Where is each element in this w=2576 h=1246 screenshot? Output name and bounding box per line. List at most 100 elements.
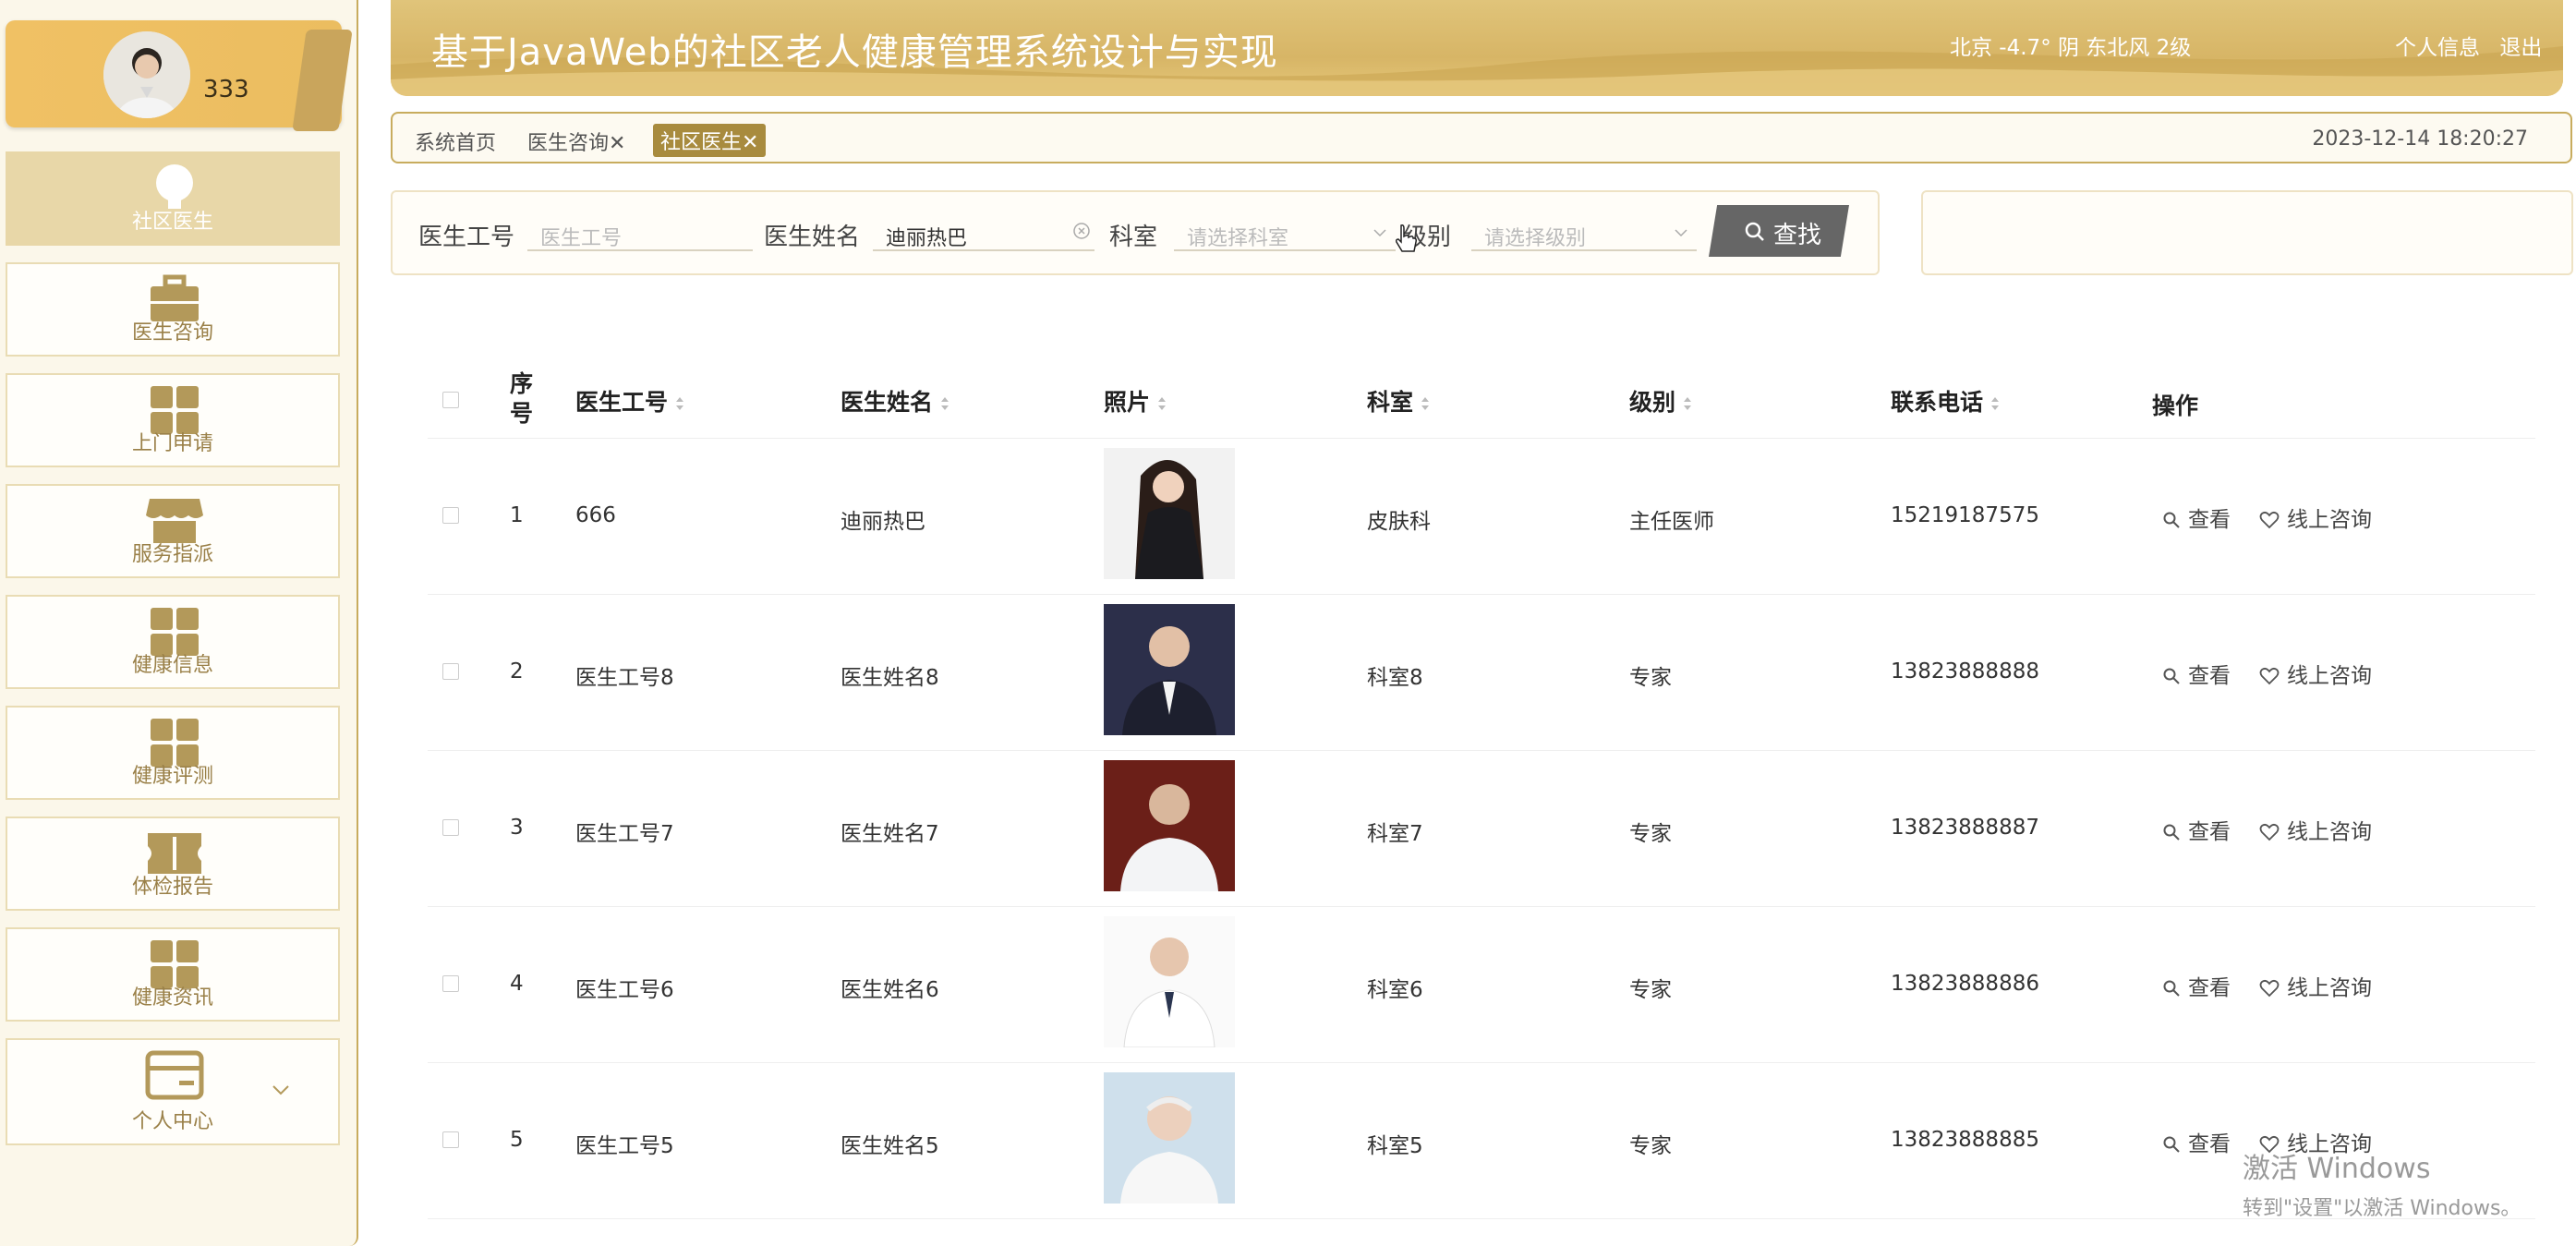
- col-level[interactable]: 级别: [1629, 384, 1692, 417]
- heart-icon: [2259, 979, 2280, 998]
- cell-dept: 科室5: [1367, 1134, 1423, 1158]
- view-label: 查看: [2188, 508, 2231, 532]
- sidebar-item-health-news[interactable]: 健康资讯: [6, 927, 340, 1022]
- col-photo[interactable]: 照片: [1104, 384, 1167, 417]
- heart-icon: [2259, 823, 2280, 841]
- clear-icon[interactable]: [1072, 222, 1091, 240]
- find-button[interactable]: 查找: [1709, 205, 1849, 257]
- online-consult-button[interactable]: 线上咨询: [2259, 658, 2372, 689]
- row-checkbox[interactable]: [442, 819, 459, 836]
- cell-doctor-name: 医生姓名7: [841, 822, 939, 846]
- sidebar-item-doctor-consult[interactable]: 医生咨询: [6, 262, 340, 357]
- tag-home[interactable]: 系统首页: [415, 127, 496, 156]
- view-button[interactable]: 查看: [2162, 814, 2231, 845]
- col-phone[interactable]: 联系电话: [1891, 384, 2000, 417]
- col-dept[interactable]: 科室: [1367, 384, 1430, 417]
- sidebar-item-label: 健康评测: [131, 765, 213, 788]
- chevron-down-icon[interactable]: [268, 1081, 294, 1099]
- col-doctor-id[interactable]: 医生工号: [575, 384, 684, 417]
- doctor-photo[interactable]: [1104, 760, 1235, 891]
- cell-dept: 科室6: [1367, 978, 1423, 1002]
- tag-community-doctor[interactable]: 社区医生✕: [653, 124, 767, 157]
- sort-icon[interactable]: [1683, 396, 1692, 411]
- close-icon[interactable]: ✕: [609, 132, 625, 155]
- watermark-line2: 转到"设置"以激活 Windows。: [2243, 1197, 2522, 1220]
- sidebar-item-community-doctor[interactable]: 社区医生: [6, 151, 340, 246]
- cell-dept: 科室8: [1367, 666, 1423, 690]
- table-row: 4 医生工号6 医生姓名6 科室6 专家 13823888886 查看 线上咨询: [428, 907, 2535, 1063]
- profile-link[interactable]: 个人信息: [2395, 36, 2480, 60]
- tag-doctor-consult[interactable]: 医生咨询✕: [527, 127, 625, 156]
- consult-label: 线上咨询: [2287, 820, 2372, 844]
- doctor-photo[interactable]: [1104, 1072, 1235, 1204]
- table-header: 序号 医生工号 医生姓名 照片 科室 级别 联系电话 操作: [428, 360, 2535, 439]
- dept-select[interactable]: 请选择科室: [1174, 214, 1396, 251]
- user-card[interactable]: 333: [6, 20, 353, 131]
- sort-icon[interactable]: [940, 396, 949, 411]
- cell-doctor-id: 医生工号5: [575, 1134, 674, 1158]
- view-button[interactable]: 查看: [2162, 502, 2231, 533]
- sidebar: 333 社区医生 医生咨询 上门申请 服务指派 健康信息 健康评测 体检报告 健…: [0, 0, 358, 1246]
- dept-label: 科室: [1109, 224, 1158, 251]
- page-title: 基于JavaWeb的社区老人健康管理系统设计与实现: [431, 31, 1278, 74]
- doctor-name-input[interactable]: 迪丽热巴: [873, 214, 1094, 251]
- view-button[interactable]: 查看: [2162, 1126, 2231, 1157]
- row-checkbox[interactable]: [442, 975, 459, 992]
- sort-icon[interactable]: [1421, 396, 1430, 411]
- sidebar-item-label: 社区医生: [131, 211, 213, 234]
- sidebar-item-home-visit[interactable]: 上门申请: [6, 373, 340, 467]
- card-icon: [145, 1050, 204, 1100]
- search-icon: [2163, 512, 2180, 528]
- row-checkbox[interactable]: [442, 507, 459, 524]
- col-index: 序号: [510, 370, 534, 427]
- level-select[interactable]: 请选择级别: [1471, 214, 1697, 251]
- logout-link[interactable]: 退出: [2499, 36, 2542, 60]
- avatar[interactable]: [103, 31, 190, 118]
- online-consult-button[interactable]: 线上咨询: [2259, 502, 2372, 533]
- select-all-checkbox[interactable]: [442, 392, 459, 408]
- dept-placeholder: 请选择科室: [1187, 227, 1289, 250]
- sort-icon[interactable]: [675, 396, 684, 411]
- cell-doctor-id: 666: [575, 503, 616, 527]
- online-consult-button[interactable]: 线上咨询: [2259, 970, 2372, 1001]
- doctor-photo[interactable]: [1104, 916, 1235, 1047]
- sort-icon[interactable]: [1157, 396, 1167, 411]
- view-label: 查看: [2188, 1132, 2231, 1156]
- windows-activation-watermark: 激活 Windows 转到"设置"以激活 Windows。: [2243, 1145, 2521, 1221]
- sidebar-item-label: 体检报告: [131, 876, 213, 899]
- doctor-name-value: 迪丽热巴: [886, 227, 968, 250]
- view-label: 查看: [2188, 820, 2231, 844]
- cell-index: 3: [510, 816, 524, 840]
- close-icon[interactable]: ✕: [742, 131, 758, 154]
- sort-icon[interactable]: [1990, 396, 2000, 411]
- row-checkbox[interactable]: [442, 663, 459, 680]
- cell-doctor-name: 迪丽热巴: [841, 510, 925, 534]
- doctor-photo[interactable]: [1104, 448, 1235, 579]
- sidebar-item-health-eval[interactable]: 健康评测: [6, 706, 340, 800]
- header-links: 个人信息 退出: [2395, 30, 2555, 61]
- sidebar-item-label: 个人中心: [131, 1110, 213, 1133]
- table-body: 1 666 迪丽热巴 皮肤科 主任医师 15219187575 查看 线上咨询 2 医生工号8 医生…: [428, 439, 2535, 1219]
- view-button[interactable]: 查看: [2162, 658, 2231, 689]
- doctor-id-input[interactable]: 医生工号: [527, 214, 753, 251]
- col-doctor-name[interactable]: 医生姓名: [841, 384, 949, 417]
- sidebar-item-label: 医生咨询: [131, 321, 213, 345]
- row-checkbox[interactable]: [442, 1131, 459, 1148]
- cursor-hand-icon: [1396, 224, 1417, 252]
- header-bar: 基于JavaWeb的社区老人健康管理系统设计与实现 北京 -4.7° 阴 东北风…: [391, 0, 2563, 96]
- doctor-photo[interactable]: [1104, 604, 1235, 735]
- sidebar-item-health-info[interactable]: 健康信息: [6, 595, 340, 689]
- search-icon: [2163, 1136, 2180, 1153]
- col-label: 照片: [1104, 389, 1151, 416]
- sidebar-item-label: 上门申请: [131, 432, 213, 455]
- consult-label: 线上咨询: [2287, 664, 2372, 688]
- sidebar-item-checkup-report[interactable]: 体检报告: [6, 817, 340, 911]
- cell-phone: 13823888887: [1891, 816, 2039, 840]
- sidebar-item-personal-center[interactable]: 个人中心: [6, 1038, 340, 1145]
- tag-label: 社区医生: [660, 131, 743, 154]
- find-button-label: 查找: [1773, 222, 1822, 249]
- sidebar-item-service-assign[interactable]: 服务指派: [6, 484, 340, 578]
- view-button[interactable]: 查看: [2162, 970, 2231, 1001]
- datetime: 2023-12-14 18:20:27: [2312, 127, 2528, 151]
- online-consult-button[interactable]: 线上咨询: [2259, 814, 2372, 845]
